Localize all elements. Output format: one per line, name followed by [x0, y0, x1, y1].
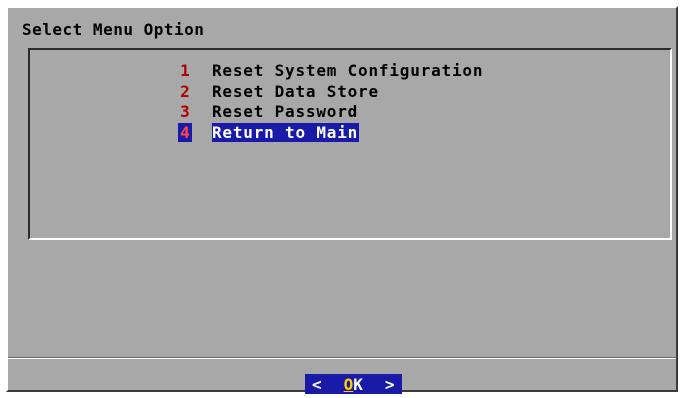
ok-right-bracket: > [384, 374, 395, 394]
select-menu-dialog: Select Menu Option 1 Reset System Config… [6, 6, 678, 394]
menu-item-reset-password[interactable]: 3 Reset Password [178, 101, 358, 121]
menu-item-number: 4 [178, 122, 192, 142]
ok-left-bracket: < [312, 374, 322, 394]
menu-item-label: Reset Password [212, 101, 359, 121]
menu-item-label: Return to Main [212, 122, 360, 142]
ok-label-rest: K [353, 374, 363, 394]
menu-list: 1 Reset System Configuration 2 Reset Dat… [28, 48, 672, 240]
menu-item-return-to-main[interactable]: 4 Return to Main [178, 122, 360, 142]
menu-item-number: 2 [180, 81, 190, 101]
menu-item-number: 1 [180, 60, 190, 80]
menu-item-reset-system-configuration[interactable]: 1 Reset System Configuration [178, 60, 483, 80]
ok-hotkey: O [343, 374, 354, 394]
dialog-title: Select Menu Option [22, 20, 205, 39]
ok-button[interactable]: < O K > [305, 374, 402, 394]
menu-item-number: 3 [180, 101, 190, 121]
button-bar-separator [8, 357, 676, 359]
menu-item-reset-data-store[interactable]: 2 Reset Data Store [178, 81, 379, 101]
menu-item-label: Reset Data Store [212, 81, 379, 101]
menu-item-label: Reset System Configuration [212, 60, 484, 80]
